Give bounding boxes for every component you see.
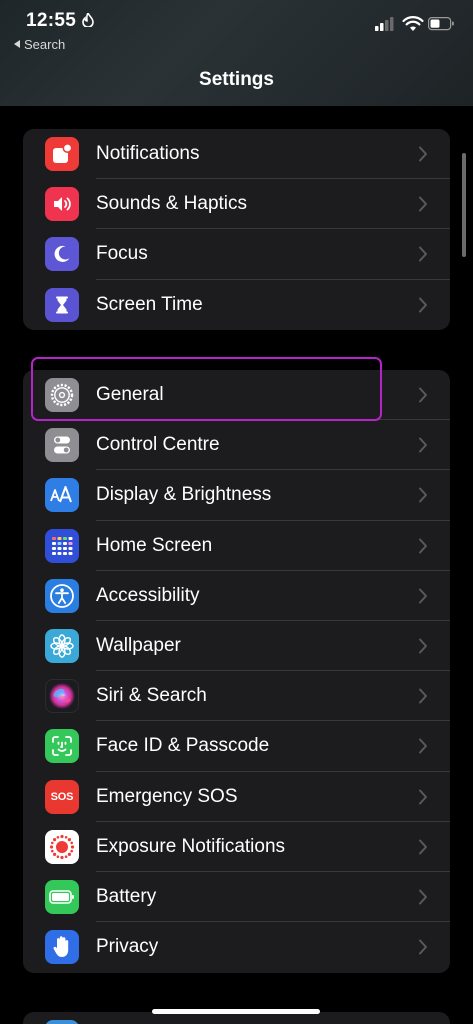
text-size-icon [45,478,79,513]
chevron-right-icon [419,487,427,503]
scroll-indicator[interactable] [462,153,466,257]
hotspot-flame-icon [82,13,94,27]
settings-item-focus[interactable]: Focus [23,229,450,280]
settings-item-label: General [96,384,164,406]
hand-icon [45,930,79,965]
chevron-right-icon [419,538,427,554]
settings-item-siri-search[interactable]: Siri & Search [23,671,450,722]
chevron-right-icon [419,889,427,905]
chevron-right-icon [419,638,427,654]
settings-item-label: Face ID & Passcode [96,735,270,757]
back-triangle-icon [14,40,20,48]
status-and-nav-header: 12:55 Search Settings [0,0,473,106]
settings-item-label: Notifications [96,143,200,165]
chevron-right-icon [419,437,427,453]
settings-item-label: Privacy [96,936,159,958]
sos-icon: SOS [45,779,79,814]
settings-item-sounds-haptics[interactable]: Sounds & Haptics [23,179,450,230]
notifications-icon [45,137,79,172]
sounds-icon [45,187,79,222]
back-label: Search [24,37,66,52]
gear-icon [45,378,79,413]
chevron-right-icon [419,738,427,754]
exposure-icon [45,829,79,864]
settings-item-general[interactable]: General [23,370,450,421]
settings-group-alerts: Notifications Sounds & Haptics Focus Scr… [23,129,450,330]
chevron-right-icon [419,588,427,604]
chevron-right-icon [419,688,427,704]
settings-item-label: Siri & Search [96,685,207,707]
status-icons [375,16,454,31]
chevron-right-icon [419,146,427,162]
settings-item-battery[interactable]: Battery [23,872,450,923]
settings-item-privacy[interactable]: Privacy [23,922,450,972]
battery-icon [45,879,79,914]
settings-item-label: Exposure Notifications [96,835,286,857]
settings-item-label: Focus [96,243,148,265]
chevron-right-icon [419,196,427,212]
chevron-right-icon [419,789,427,805]
settings-item-label: Control Centre [96,434,220,456]
settings-item-label: Emergency SOS [96,785,238,807]
hourglass-icon [45,287,79,322]
flower-icon [45,629,79,664]
wifi-icon [402,16,424,31]
siri-icon [45,679,79,714]
settings-item-label: Battery [96,885,157,907]
back-to-search-link[interactable]: Search [14,37,65,52]
app-grid-icon [45,528,79,563]
settings-item-notifications[interactable]: Notifications [23,129,450,180]
settings-item-label: Sounds & Haptics [96,193,248,215]
settings-item-home-screen[interactable]: Home Screen [23,521,450,571]
settings-item-label: Accessibility [96,584,200,606]
face-id-icon [45,729,79,764]
settings-group-system: General Control Centre Display & Brightn… [23,370,450,973]
home-indicator[interactable] [152,1009,320,1014]
settings-item-label: Wallpaper [96,635,181,657]
cellular-signal-icon [375,17,394,31]
battery-status-icon [428,17,454,31]
chevron-right-icon [419,387,427,403]
sos-icon-text: SOS [50,790,74,803]
settings-item-control-centre[interactable]: Control Centre [23,420,450,471]
accessibility-icon [45,578,79,613]
settings-item-label: Screen Time [96,293,203,315]
page-title: Settings [199,69,274,90]
settings-item-label: Display & Brightness [96,484,272,506]
chevron-right-icon [419,939,427,955]
toggles-icon [45,428,79,463]
chevron-right-icon [419,246,427,262]
settings-item-display-brightness[interactable]: Display & Brightness [23,470,450,521]
settings-item-label: Home Screen [96,534,213,556]
chevron-right-icon [419,297,427,313]
status-time: 12:55 [26,10,77,31]
moon-icon [45,237,79,272]
settings-item-accessibility[interactable]: Accessibility [23,571,450,621]
chevron-right-icon [419,839,427,855]
settings-item-screen-time[interactable]: Screen Time [23,280,450,330]
settings-screen: 12:55 Search Settings Notifications Soun… [0,0,473,1024]
settings-item-face-id-passcode[interactable]: Face ID & Passcode [23,721,450,772]
settings-item-exposure-notifications[interactable]: Exposure Notifications [23,822,450,872]
settings-item-wallpaper[interactable]: Wallpaper [23,621,450,672]
settings-item-emergency-sos[interactable]: SOS Emergency SOS [23,772,450,822]
app-store-icon [45,1020,79,1024]
